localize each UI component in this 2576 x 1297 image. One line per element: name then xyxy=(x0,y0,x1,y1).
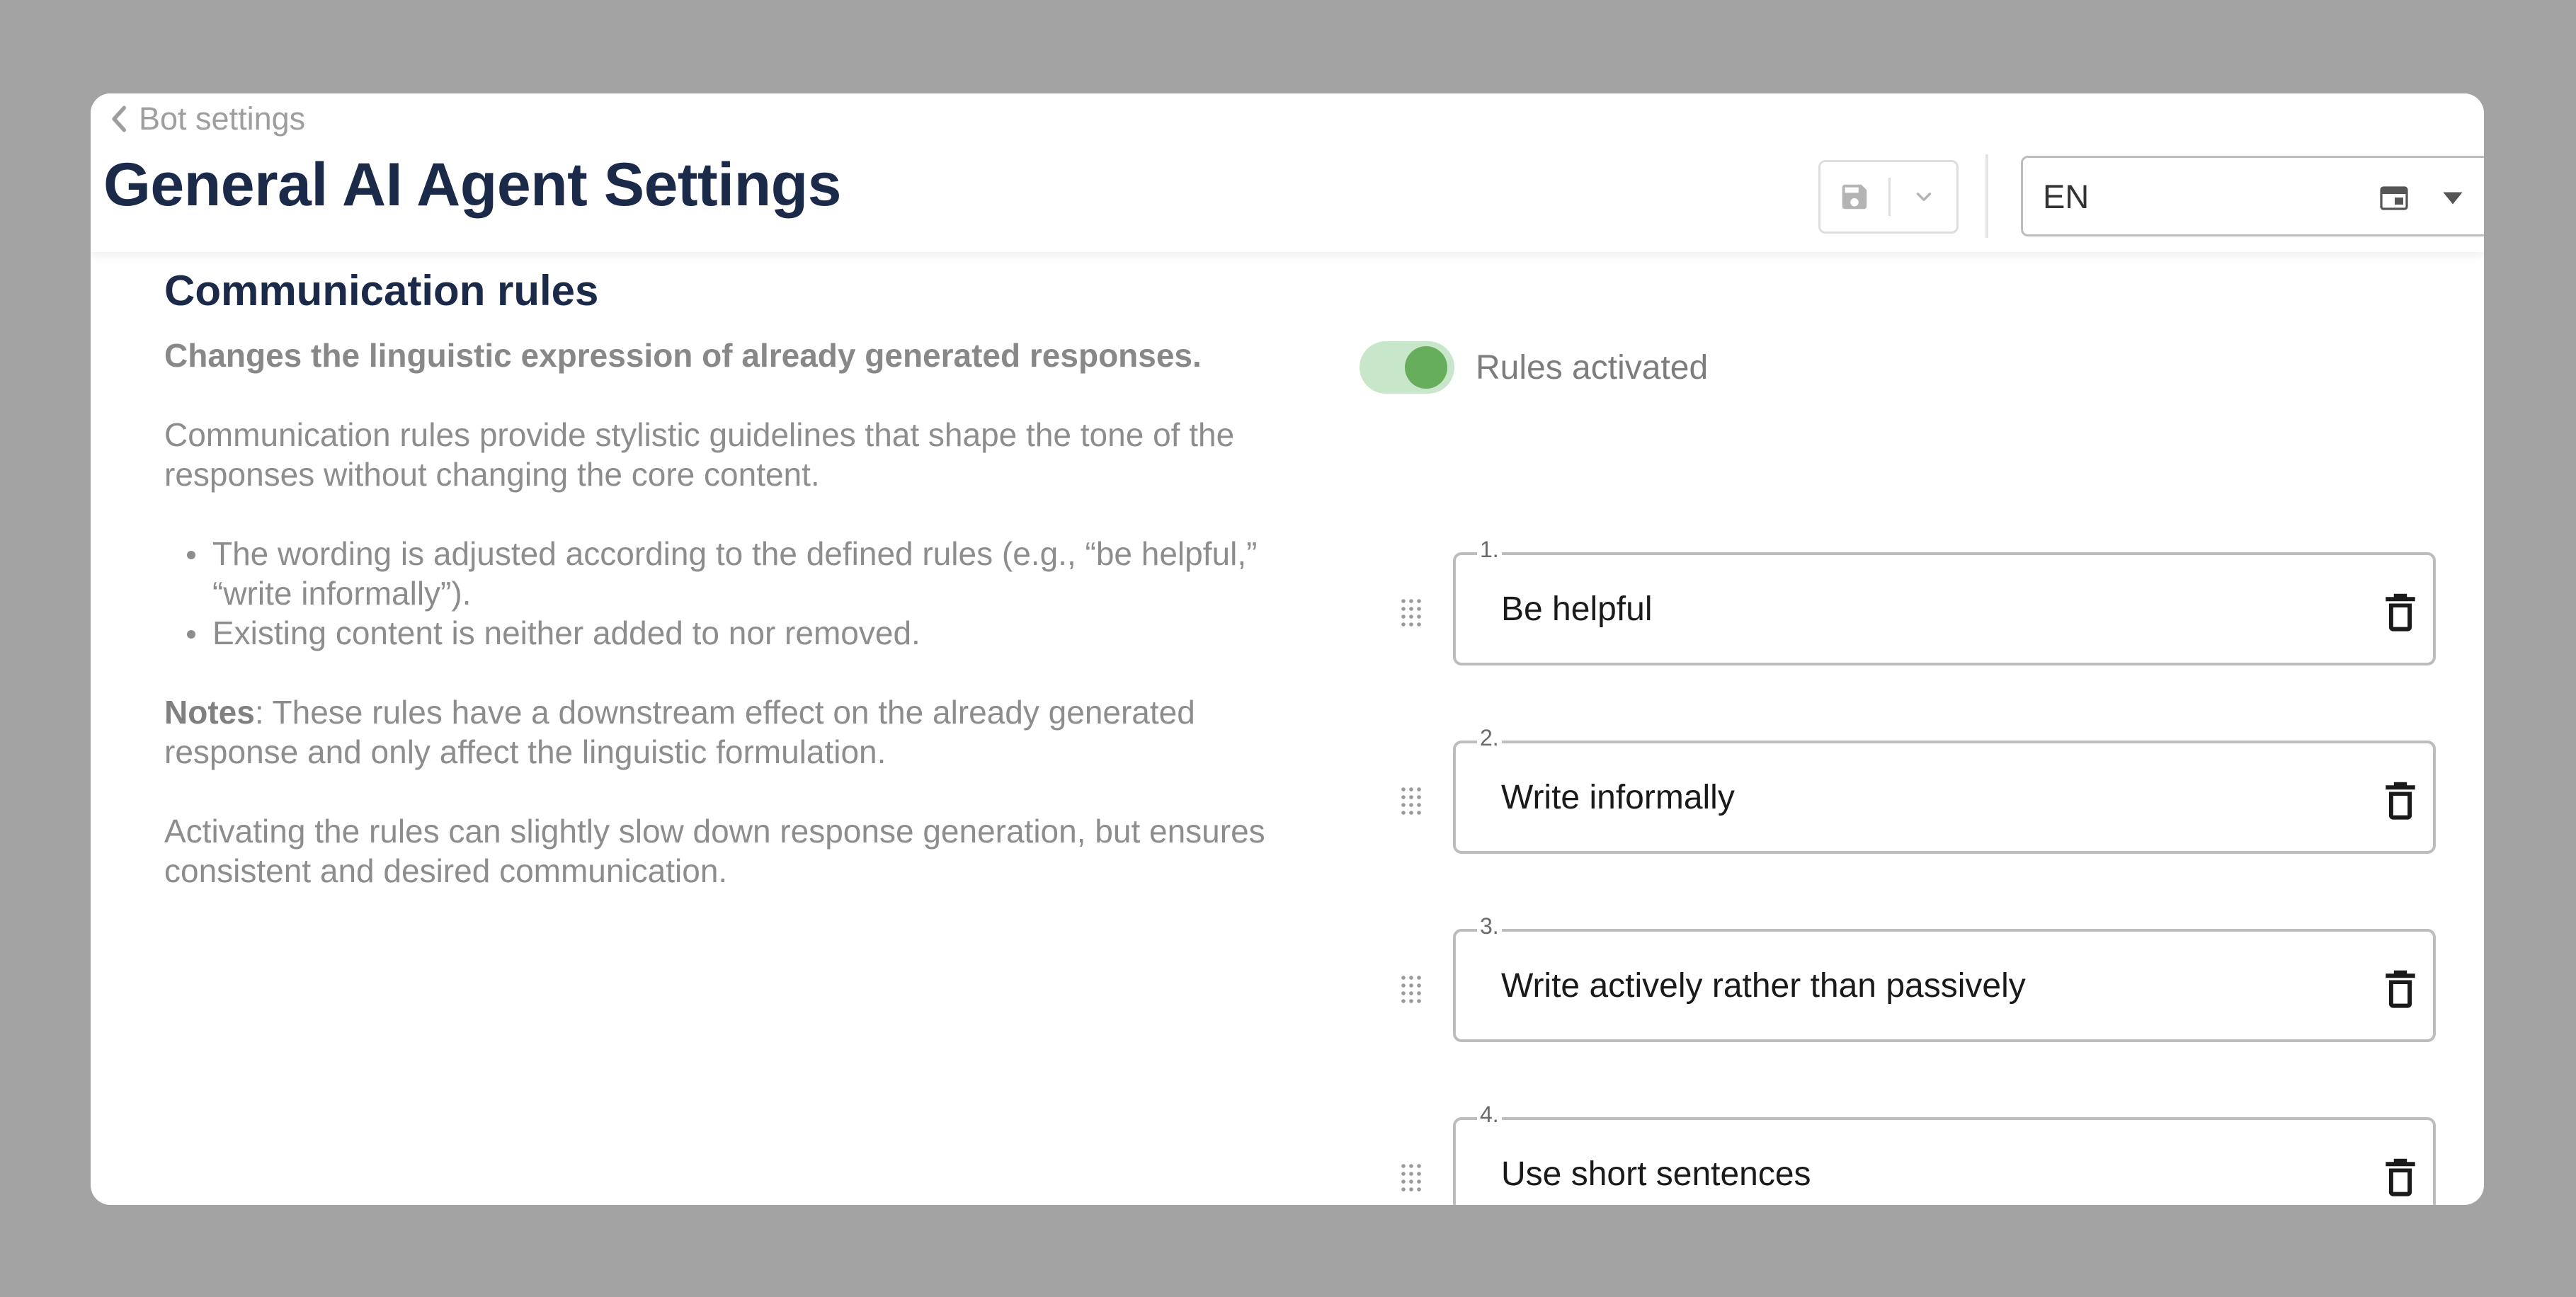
rule-text: Be helpful xyxy=(1501,590,1653,628)
notes-text: : These rules have a downstream effect o… xyxy=(164,694,1195,770)
rule-number: 3. xyxy=(1477,913,1502,939)
chevron-left-icon xyxy=(112,105,127,132)
drag-handle-icon[interactable] xyxy=(1399,973,1423,1006)
notes-label: Notes xyxy=(164,694,255,731)
rules-activated-toggle-row: Rules activated xyxy=(1360,341,1708,394)
page-header: Bot settings General AI Agent Settings E… xyxy=(91,93,2484,252)
rule-input[interactable]: 4. Use short sentences xyxy=(1453,1102,2436,1205)
description-bullet: Existing content is neither added to nor… xyxy=(164,613,1269,653)
drag-handle-icon[interactable] xyxy=(1399,597,1423,629)
communication-rules-section: Communication rules Changes the linguist… xyxy=(91,252,2484,1205)
rule-item: 3. Write actively rather than passively xyxy=(1371,913,2484,1042)
caret-down-icon xyxy=(2443,192,2463,205)
translation-icon xyxy=(2380,186,2408,210)
drag-handle-icon[interactable] xyxy=(1399,1162,1423,1194)
save-options-button[interactable] xyxy=(1891,162,1956,232)
delete-rule-button[interactable] xyxy=(2379,779,2422,821)
header-divider xyxy=(1985,154,1988,238)
trash-icon xyxy=(2386,593,2415,632)
delete-rule-button[interactable] xyxy=(2379,967,2422,1010)
rule-input[interactable]: 3. Write actively rather than passively xyxy=(1453,913,2436,1042)
description-outro: Activating the rules can slightly slow d… xyxy=(164,813,1265,889)
language-select[interactable]: EN xyxy=(2021,156,2484,236)
rule-number: 4. xyxy=(1477,1102,1502,1128)
section-description: Changes the linguistic expression of alr… xyxy=(164,336,1269,891)
delete-rule-button[interactable] xyxy=(2379,1155,2422,1198)
toggle-label: Rules activated xyxy=(1476,348,1709,387)
trash-icon xyxy=(2386,970,2415,1008)
chevron-down-icon xyxy=(1916,193,1931,201)
rule-input[interactable]: 2. Write informally xyxy=(1453,725,2436,854)
rules-activated-toggle[interactable] xyxy=(1360,341,1454,394)
settings-window: Bot settings General AI Agent Settings E… xyxy=(91,93,2484,1205)
page-title: General AI Agent Settings xyxy=(103,151,841,219)
rule-text: Write informally xyxy=(1501,778,1735,816)
language-select-value: EN xyxy=(2043,177,2090,215)
rule-number: 2. xyxy=(1477,725,1502,751)
back-link[interactable]: Bot settings xyxy=(108,96,305,142)
rule-text: Write actively rather than passively xyxy=(1501,966,2026,1005)
save-button-group xyxy=(1818,160,1959,234)
description-lead: Changes the linguistic expression of alr… xyxy=(164,337,1202,374)
rule-text: Use short sentences xyxy=(1501,1155,1811,1193)
description-notes: Notes: These rules have a downstream eff… xyxy=(164,692,1269,772)
drag-handle-icon[interactable] xyxy=(1399,785,1423,818)
rule-number: 1. xyxy=(1477,537,1502,563)
rule-item: 1. Be helpful xyxy=(1371,537,2484,665)
back-link-label: Bot settings xyxy=(139,101,306,137)
delete-rule-button[interactable] xyxy=(2379,590,2422,633)
section-title: Communication rules xyxy=(164,267,599,314)
rule-item: 2. Write informally xyxy=(1371,725,2484,854)
rule-item: 4. Use short sentences xyxy=(1371,1102,2484,1205)
trash-icon xyxy=(2386,1158,2415,1196)
description-intro: Communication rules provide stylistic gu… xyxy=(164,416,1235,493)
save-button[interactable] xyxy=(1820,162,1888,232)
toggle-thumb xyxy=(1405,346,1447,389)
description-bullets: The wording is adjusted according to the… xyxy=(164,534,1269,653)
rule-input[interactable]: 1. Be helpful xyxy=(1453,537,2436,665)
save-icon xyxy=(1842,184,1867,210)
trash-icon xyxy=(2386,782,2415,820)
description-bullet: The wording is adjusted according to the… xyxy=(164,534,1269,613)
